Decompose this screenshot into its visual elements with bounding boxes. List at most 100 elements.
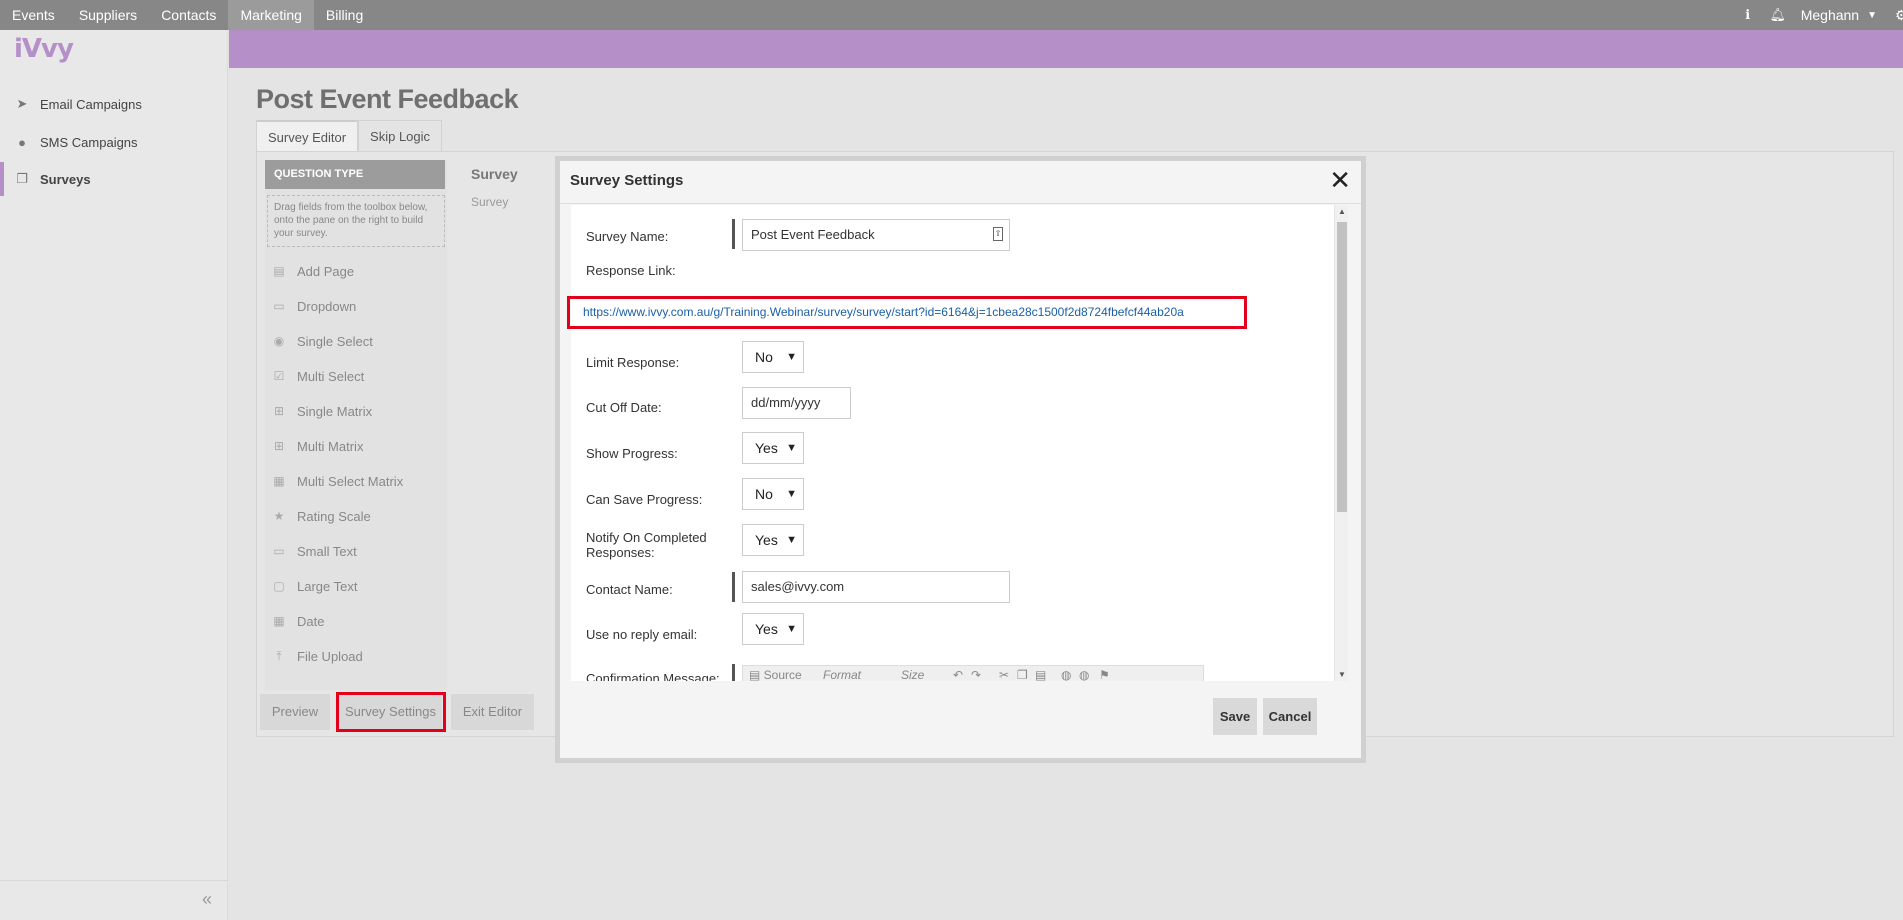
large-text-icon: ▢ (273, 579, 285, 593)
gear-icon[interactable]: ⚙ (1895, 7, 1903, 24)
tool-date[interactable]: ▦ Date (271, 609, 324, 633)
chevron-down-icon: ▼ (786, 442, 797, 454)
paper-plane-icon: ➤ (16, 96, 28, 111)
cut-off-date-label: Cut Off Date: (586, 400, 662, 415)
contact-name-label: Contact Name: (586, 582, 673, 597)
tool-file-upload[interactable]: ⤒ File Upload (271, 644, 362, 668)
scroll-up-icon[interactable]: ▲ (1338, 207, 1346, 216)
tool-label: Rating Scale (297, 508, 371, 524)
sidebar-item-label: SMS Campaigns (40, 134, 138, 150)
select-value: No (755, 349, 773, 365)
sidebar: iVvy ➤ Email Campaigns ● SMS Campaigns ❐… (0, 30, 228, 920)
sidebar-item-label: Surveys (40, 171, 91, 187)
preview-button[interactable]: Preview (260, 694, 330, 730)
scroll-down-icon[interactable]: ▼ (1338, 670, 1346, 679)
dropdown-icon: ▭ (273, 299, 285, 313)
survey-name-input[interactable]: Post Event Feedback ⇧ (742, 219, 1010, 251)
confirmation-message-label: Confirmation Message: (586, 671, 720, 681)
editor-tabs: Survey Editor Skip Logic (256, 120, 443, 151)
nav-billing[interactable]: Billing (314, 0, 375, 30)
unlink-icon[interactable]: ◍ (1079, 668, 1089, 681)
show-progress-select[interactable]: Yes ▼ (742, 432, 804, 464)
tool-multi-select-matrix[interactable]: ▦ Multi Select Matrix (271, 469, 403, 493)
sidebar-item-sms-campaigns[interactable]: ● SMS Campaigns (0, 125, 228, 159)
required-marker (732, 219, 735, 249)
form-scrollbar[interactable]: ▲ ▼ (1334, 205, 1348, 681)
contact-name-input[interactable]: sales@ivvy.com (742, 571, 1010, 603)
sidebar-item-email-campaigns[interactable]: ➤ Email Campaigns (0, 87, 228, 121)
tool-label: Single Matrix (297, 403, 373, 419)
tool-dropdown[interactable]: ▭ Dropdown (271, 294, 356, 318)
notify-select[interactable]: Yes ▼ (742, 524, 804, 556)
no-reply-label: Use no reply email: (586, 627, 698, 642)
redo-icon[interactable]: ↷ (971, 668, 981, 681)
user-menu[interactable]: Meghann (1793, 7, 1867, 23)
survey-name-value: Post Event Feedback (751, 227, 875, 242)
page-icon: ▤ (273, 264, 285, 278)
contact-card-icon[interactable]: ⇧ (993, 227, 1003, 241)
format-select[interactable]: Format (823, 668, 861, 681)
select-value: Yes (755, 532, 778, 548)
tool-add-page[interactable]: ▤ Add Page (271, 259, 354, 283)
select-matrix-icon: ▦ (273, 474, 285, 488)
question-type-header: QUESTION TYPE (265, 160, 445, 189)
undo-icon[interactable]: ↶ (953, 668, 963, 681)
tool-multi-select[interactable]: ☑ Multi Select (271, 364, 365, 388)
anchor-flag-icon[interactable]: ⚑ (1099, 668, 1110, 681)
source-button[interactable]: ▤ Source (749, 668, 802, 681)
size-select[interactable]: Size (901, 668, 924, 681)
page-title: Post Event Feedback (256, 84, 519, 114)
modal-title: Survey Settings (570, 172, 684, 189)
info-icon[interactable]: ℹ (1733, 7, 1763, 23)
nav-contacts[interactable]: Contacts (149, 0, 228, 30)
checkbox-icon: ☑ (273, 369, 285, 383)
tool-label: Date (297, 613, 325, 629)
calendar-icon: ▦ (273, 614, 285, 628)
tool-single-select[interactable]: ◉ Single Select (271, 329, 373, 353)
tool-label: Single Select (297, 333, 373, 349)
tool-label: Add Page (297, 263, 355, 279)
select-value: Yes (755, 621, 778, 637)
cancel-button[interactable]: Cancel (1263, 698, 1317, 735)
notify-label-line2: Responses: (586, 545, 655, 560)
scroll-thumb[interactable] (1337, 222, 1347, 512)
copy-icon[interactable]: ❐ (1017, 668, 1028, 681)
save-button[interactable]: Save (1213, 698, 1257, 735)
sidebar-item-surveys[interactable]: ❐ Surveys (0, 162, 228, 196)
tab-skip-logic[interactable]: Skip Logic (358, 120, 443, 151)
link-icon[interactable]: ◍ (1061, 668, 1071, 681)
survey-settings-modal: Survey Settings ✕ Survey Name: Post Even… (560, 161, 1361, 758)
sidebar-collapse[interactable]: « (0, 880, 228, 920)
paste-icon[interactable]: ▤ (1035, 668, 1046, 681)
double-chevron-left-icon[interactable]: « (202, 889, 212, 910)
limit-response-select[interactable]: No ▼ (742, 341, 804, 373)
tool-large-text[interactable]: ▢ Large Text (271, 574, 357, 598)
tool-single-matrix[interactable]: ⊞ Single Matrix (271, 399, 372, 423)
chevron-down-icon: ▼ (786, 488, 797, 500)
close-icon[interactable]: ✕ (1329, 165, 1351, 196)
settings-form: Survey Name: Post Event Feedback ⇧ Respo… (571, 205, 1334, 681)
copy-icon: ❐ (16, 171, 28, 186)
cut-icon[interactable]: ✂ (999, 668, 1009, 681)
bell-icon[interactable]: 🔔︎ (1763, 7, 1793, 23)
cut-off-date-input[interactable]: dd/mm/yyyy (742, 387, 851, 419)
nav-marketing[interactable]: Marketing (228, 0, 314, 30)
required-marker (732, 664, 735, 681)
chat-bubble-icon: ● (18, 134, 26, 150)
show-progress-label: Show Progress: (586, 446, 678, 461)
tab-survey-editor[interactable]: Survey Editor (256, 120, 359, 151)
rich-text-toolbar: ▤ Source Format Size ↶ ↷ ✂ ❐ ▤ ◍ ◍ ⚑ (742, 665, 1204, 681)
chevron-down-icon[interactable]: ▼ (1867, 10, 1877, 21)
exit-editor-button[interactable]: Exit Editor (451, 694, 534, 730)
tool-small-text[interactable]: ▭ Small Text (271, 539, 356, 563)
response-link-label: Response Link: (586, 263, 676, 278)
tool-rating-scale[interactable]: ★ Rating Scale (271, 504, 371, 528)
tool-multi-matrix[interactable]: ⊞ Multi Matrix (271, 434, 363, 458)
no-reply-select[interactable]: Yes ▼ (742, 613, 804, 645)
top-nav: Events Suppliers Contacts Marketing Bill… (0, 0, 1903, 30)
logo[interactable]: iVvy (14, 34, 74, 64)
can-save-progress-select[interactable]: No ▼ (742, 478, 804, 510)
nav-events[interactable]: Events (0, 0, 67, 30)
nav-suppliers[interactable]: Suppliers (67, 0, 149, 30)
upload-icon: ⤒ (276, 649, 282, 663)
